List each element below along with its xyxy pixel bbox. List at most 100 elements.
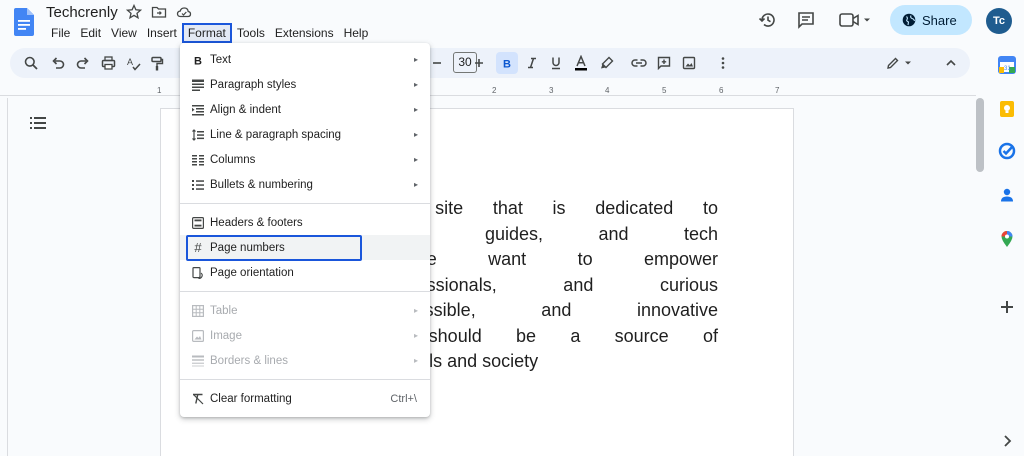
redo-icon[interactable] <box>74 54 92 72</box>
paragraph-styles-icon <box>191 78 205 92</box>
svg-text:31: 31 <box>1004 66 1011 72</box>
title-icons <box>125 3 192 20</box>
submenu-arrow-icon: ▸ <box>413 306 418 315</box>
star-icon[interactable] <box>125 3 143 20</box>
ruler-tick: 3 <box>549 86 554 95</box>
menu-item-label: Page numbers <box>210 241 285 254</box>
ruler[interactable]: 1 2 3 4 5 6 7 <box>0 82 976 96</box>
submenu-arrow-icon: ▸ <box>413 80 418 89</box>
svg-text:B: B <box>503 59 511 70</box>
headers-footers-icon <box>191 216 205 230</box>
maps-icon[interactable] <box>998 230 1016 248</box>
more-options-icon[interactable] <box>714 54 732 72</box>
move-folder-icon[interactable] <box>151 4 167 20</box>
share-button[interactable]: Share <box>890 5 972 35</box>
columns-icon <box>191 153 205 167</box>
image-icon <box>191 329 205 343</box>
cloud-status-icon[interactable] <box>176 4 192 20</box>
undo-icon[interactable] <box>49 54 67 72</box>
clear-formatting-icon <box>191 392 205 406</box>
menu-divider <box>180 291 430 292</box>
menu-item-headers-footers[interactable]: Headers & footers <box>180 210 430 235</box>
document-outline-icon[interactable] <box>30 116 46 130</box>
keep-icon[interactable] <box>998 100 1016 118</box>
line-spacing-icon <box>191 128 205 142</box>
menu-item-bullets-numbering[interactable]: Bullets & numbering ▸ <box>180 172 430 197</box>
submenu-arrow-icon: ▸ <box>413 155 418 164</box>
side-panel: 31 <box>990 44 1024 456</box>
bold-button[interactable]: B <box>496 52 518 74</box>
menu-extensions[interactable]: Extensions <box>270 25 339 43</box>
submenu-arrow-icon: ▸ <box>413 356 418 365</box>
insert-image-icon[interactable] <box>680 54 698 72</box>
insert-comment-icon[interactable] <box>655 54 673 72</box>
share-label: Share <box>922 12 957 28</box>
menu-item-page-orientation[interactable]: Page orientation <box>180 260 430 285</box>
menu-file[interactable]: File <box>46 25 75 43</box>
vertical-ruler <box>0 98 8 456</box>
menu-item-text[interactable]: B Text ▸ <box>180 47 430 72</box>
editing-mode-icon[interactable] <box>886 54 916 72</box>
tasks-icon[interactable] <box>998 142 1016 160</box>
page-orientation-icon <box>191 266 205 280</box>
meet-call-icon[interactable] <box>838 8 874 32</box>
increase-font-size-icon[interactable] <box>470 54 488 72</box>
menu-divider <box>180 203 430 204</box>
vertical-scrollbar[interactable] <box>976 98 984 172</box>
document-title[interactable]: Techcrenly <box>46 4 118 21</box>
menu-item-image[interactable]: Image ▸ <box>180 323 430 348</box>
insert-link-icon[interactable] <box>630 54 648 72</box>
highlight-color-button[interactable] <box>598 54 616 72</box>
menu-item-table[interactable]: Table ▸ <box>180 298 430 323</box>
submenu-arrow-icon: ▸ <box>413 331 418 340</box>
menu-item-label: Borders & lines <box>210 354 288 367</box>
paint-format-icon[interactable] <box>148 54 166 72</box>
menu-item-align-indent[interactable]: Align & indent ▸ <box>180 97 430 122</box>
menu-item-line-spacing[interactable]: Line & paragraph spacing ▸ <box>180 122 430 147</box>
menu-format[interactable]: Format <box>181 23 232 43</box>
menu-help[interactable]: Help <box>339 25 374 43</box>
menu-divider <box>180 379 430 380</box>
underline-button[interactable] <box>547 54 565 72</box>
menu-item-label: Text <box>210 53 232 66</box>
menu-view[interactable]: View <box>106 25 142 43</box>
avatar[interactable]: Tc <box>986 8 1012 34</box>
svg-text:A: A <box>127 57 133 67</box>
docs-logo-icon[interactable] <box>14 8 34 36</box>
menu-item-borders-lines[interactable]: Borders & lines ▸ <box>180 348 430 373</box>
menu-item-shortcut: Ctrl+\ <box>390 392 417 405</box>
menu-item-clear-formatting[interactable]: Clear formatting Ctrl+\ <box>180 386 430 411</box>
ruler-tick: 7 <box>775 86 780 95</box>
ruler-tick: 1 <box>157 86 162 95</box>
menu-edit[interactable]: Edit <box>75 25 106 43</box>
submenu-arrow-icon: ▸ <box>413 180 418 189</box>
toolbar: A 30 B <box>10 48 970 78</box>
version-history-icon[interactable] <box>756 8 780 32</box>
menu-tools[interactable]: Tools <box>232 25 270 43</box>
submenu-arrow-icon: ▸ <box>413 105 418 114</box>
chevron-right-icon[interactable] <box>998 432 1016 450</box>
contacts-icon[interactable] <box>998 186 1016 204</box>
collapse-menus-icon[interactable] <box>942 54 960 72</box>
bullets-icon <box>191 178 205 192</box>
comment-history-icon[interactable] <box>794 8 818 32</box>
text-color-button[interactable] <box>572 54 590 72</box>
menu-item-label: Page orientation <box>210 266 294 279</box>
borders-icon <box>191 354 205 368</box>
print-icon[interactable] <box>99 54 117 72</box>
menu-item-label: Columns <box>210 153 256 166</box>
format-menu: B Text ▸ Paragraph styles ▸ Align & inde… <box>180 43 430 417</box>
search-menus-icon[interactable] <box>22 54 40 72</box>
menu-item-columns[interactable]: Columns ▸ <box>180 147 430 172</box>
menu-item-paragraph-styles[interactable]: Paragraph styles ▸ <box>180 72 430 97</box>
decrease-font-size-icon[interactable] <box>428 54 446 72</box>
spelling-check-icon[interactable]: A <box>124 54 142 72</box>
italic-button[interactable] <box>523 54 541 72</box>
menu-insert[interactable]: Insert <box>142 25 182 43</box>
calendar-icon[interactable]: 31 <box>998 56 1016 74</box>
hash-icon: # <box>194 240 202 255</box>
table-icon <box>191 304 205 318</box>
menu-item-label: Image <box>210 329 242 342</box>
add-addon-icon[interactable] <box>998 298 1016 316</box>
menu-item-page-numbers[interactable]: # Page numbers <box>180 235 430 261</box>
